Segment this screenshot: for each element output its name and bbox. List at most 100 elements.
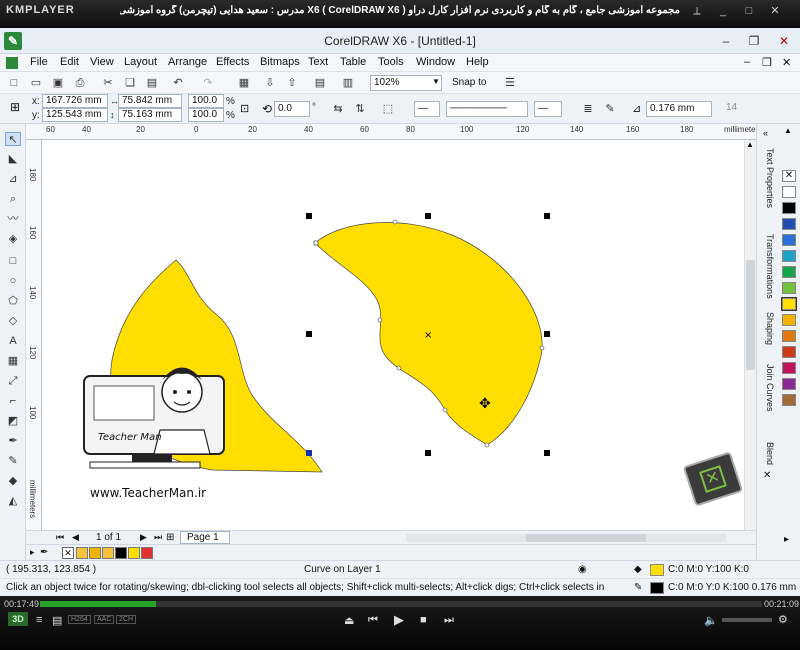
docker-tab-text-properties[interactable]: Text Properties [761, 148, 775, 208]
ellipse-tool-icon[interactable]: ○ [5, 274, 21, 288]
redo-icon[interactable]: ↷ [200, 75, 216, 91]
pin-icon[interactable]: ⟂ [690, 5, 704, 17]
h-scroll-thumb[interactable] [526, 534, 646, 542]
publish-pdf-icon[interactable]: ▤ [312, 75, 328, 91]
menu-edit[interactable]: Edit [60, 56, 79, 68]
palette-swatch[interactable] [781, 297, 797, 311]
import-icon[interactable]: ⇩ [262, 75, 278, 91]
playlist-icon[interactable]: ▤ [52, 614, 62, 627]
selection-handle[interactable] [306, 213, 312, 219]
connector-tool-icon[interactable]: ⌐ [5, 394, 21, 408]
polygon-tool-icon[interactable]: ⬠ [5, 294, 21, 308]
options-icon[interactable]: ☰ [502, 75, 518, 91]
height-field[interactable]: 75.163 mm [118, 108, 182, 122]
docker-tab-blend[interactable]: Blend [761, 442, 775, 465]
palette-scroll-up-icon[interactable]: ▲ [784, 126, 792, 135]
menu-window[interactable]: Window [416, 56, 455, 68]
docker-tab-shaping[interactable]: Shaping [761, 312, 775, 345]
menu-layout[interactable]: Layout [124, 56, 157, 68]
doc-palette-swatch[interactable] [141, 547, 153, 559]
selection-handle[interactable] [425, 213, 431, 219]
eyedropper-icon[interactable]: ✒ [40, 547, 48, 558]
mirror-horizontal-icon[interactable]: ⇆ [330, 101, 346, 117]
add-page-icon[interactable]: ⊞ [166, 532, 174, 543]
palette-swatch[interactable] [782, 314, 796, 326]
palette-swatch[interactable] [782, 394, 796, 406]
horizontal-scrollbar[interactable] [406, 534, 726, 542]
doc-minimize-button[interactable]: – [744, 56, 750, 68]
menu-bitmaps[interactable]: Bitmaps [260, 56, 300, 68]
restore-button[interactable]: ❐ [740, 32, 768, 50]
previous-icon[interactable]: ⏮ [368, 614, 378, 627]
palette-swatch[interactable] [782, 218, 796, 230]
menu-text[interactable]: Text [308, 56, 328, 68]
new-icon[interactable]: □ [6, 75, 22, 91]
palette-swatch[interactable] [782, 250, 796, 262]
pick-tool-icon[interactable]: ↖ [5, 132, 21, 146]
search-content-icon[interactable]: ▦ [236, 75, 252, 91]
eject-icon[interactable]: ⏏ [344, 614, 354, 627]
stop-icon[interactable]: ■ [420, 614, 427, 626]
menu-tools[interactable]: Tools [378, 56, 404, 68]
x-position-field[interactable]: 167.726 mm [42, 94, 108, 108]
selection-handle[interactable] [544, 213, 550, 219]
application-launcher-icon[interactable]: ▥ [340, 75, 356, 91]
text-wrap-icon[interactable]: ≣ [580, 101, 596, 117]
doc-close-button[interactable]: ✕ [782, 56, 791, 69]
drawing-canvas[interactable]: × ✥ Teacher Man www.TeacherMan.ir ✕ [42, 140, 756, 530]
text-tool-icon[interactable]: A [5, 334, 21, 348]
palette-swatch[interactable] [782, 362, 796, 374]
save-icon[interactable]: ▣ [50, 75, 66, 91]
docker-tab-join-curves[interactable]: Join Curves [761, 364, 775, 412]
outline-pen-icon[interactable]: ✎ [602, 101, 618, 117]
menu-icon[interactable]: ≡ [36, 614, 42, 626]
doc-restore-button[interactable]: ❐ [762, 56, 772, 69]
palette-swatch[interactable] [782, 186, 796, 198]
doc-palette-swatch[interactable] [115, 547, 127, 559]
docker-collapse-icon[interactable]: « [763, 128, 768, 138]
curve-node[interactable] [377, 317, 383, 323]
volume-slider[interactable] [722, 618, 772, 622]
snap-to-menu[interactable]: Snap to [452, 77, 486, 88]
cut-icon[interactable]: ✂ [100, 75, 116, 91]
fill-tool-icon[interactable]: ◆ [5, 474, 21, 488]
player-maximize-button[interactable]: □ [742, 5, 756, 17]
selection-handle[interactable] [544, 331, 550, 337]
fill-color-swatch[interactable] [650, 564, 664, 576]
width-field[interactable]: 75.842 mm [118, 94, 182, 108]
swatch-none[interactable]: ✕ [782, 170, 796, 182]
end-arrow-select[interactable]: — [534, 101, 562, 117]
lock-ratio-icon[interactable]: ⊡ [240, 102, 249, 115]
doc-palette-swatch[interactable] [76, 547, 88, 559]
selection-handle[interactable] [306, 331, 312, 337]
outline-tool-icon[interactable]: ✎ [5, 454, 21, 468]
selection-handle[interactable] [544, 450, 550, 456]
menu-arrange[interactable]: Arrange [168, 56, 207, 68]
y-position-field[interactable]: 125.543 mm [42, 108, 108, 122]
dimension-tool-icon[interactable]: ⤢ [5, 374, 21, 388]
vertical-scrollbar[interactable]: ▲ [744, 140, 756, 530]
palette-swatch[interactable] [782, 346, 796, 358]
curve-node[interactable] [396, 365, 402, 371]
doc-palette-swatch[interactable] [102, 547, 114, 559]
close-curve-icon[interactable]: ⬚ [380, 101, 396, 117]
paste-icon[interactable]: ▤ [144, 75, 160, 91]
palette-swatch[interactable] [782, 266, 796, 278]
doc-palette-swatch[interactable] [128, 547, 140, 559]
doc-palette-arrow-icon[interactable]: ▸ [30, 547, 35, 558]
table-tool-icon[interactable]: ▦ [5, 354, 21, 368]
next-page-icon[interactable]: ▶ [140, 532, 147, 543]
palette-swatch[interactable] [782, 234, 796, 246]
selection-handle[interactable] [306, 450, 312, 456]
palette-menu-icon[interactable]: ▸ [784, 534, 789, 545]
last-page-icon[interactable]: ⏭ [154, 532, 162, 543]
print-icon[interactable]: ⎙ [72, 75, 88, 91]
basic-shapes-icon[interactable]: ◇ [5, 314, 21, 328]
rectangle-tool-icon[interactable]: □ [5, 254, 21, 268]
line-style-select[interactable]: ──────── [446, 101, 528, 117]
settings-icon[interactable]: ⚙ [778, 613, 788, 626]
curve-node[interactable] [442, 407, 448, 413]
chevron-down-icon[interactable]: ▼ [432, 77, 440, 86]
doc-palette-swatch[interactable] [89, 547, 101, 559]
menu-table[interactable]: Table [340, 56, 366, 68]
